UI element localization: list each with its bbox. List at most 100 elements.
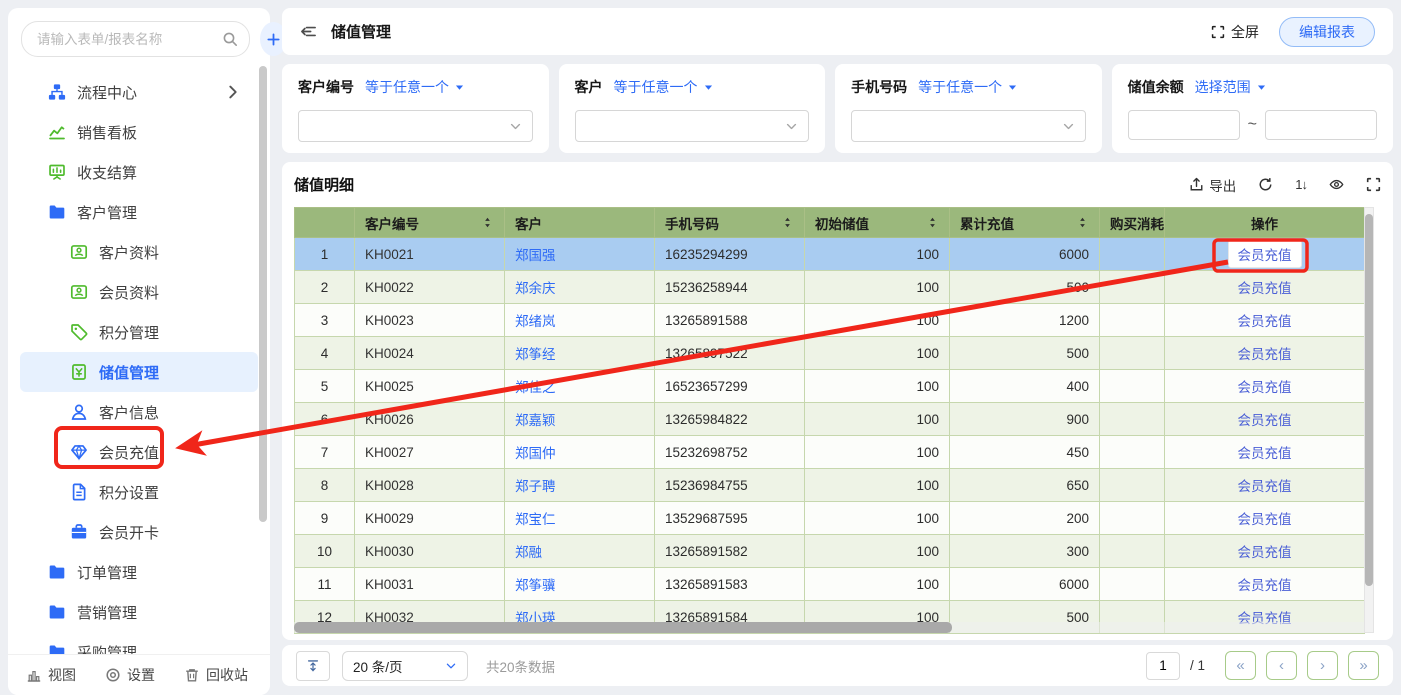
table-row[interactable]: 5KH0025郑佳之16523657299100400会员充值 <box>295 370 1365 403</box>
customer-link[interactable]: 郑佳之 <box>515 380 556 395</box>
customer-link[interactable]: 郑子聘 <box>515 479 556 494</box>
sort-button[interactable]: 1↓ <box>1295 177 1307 192</box>
member-recharge-action-button[interactable]: 会员充值 <box>1238 479 1292 494</box>
column-header-phone[interactable]: 手机号码 <box>655 208 805 238</box>
table-row[interactable]: 6KH0026郑嘉颖13265984822100900会员充值 <box>295 403 1365 436</box>
sidebar-item-member-profile[interactable]: 会员资料 <box>20 272 258 312</box>
filter-label: 客户 <box>575 77 603 97</box>
next-page-button[interactable]: › <box>1307 651 1338 680</box>
filter-operator-dropdown[interactable]: 等于任意一个 <box>365 77 465 97</box>
export-button[interactable]: 导出 <box>1189 175 1236 195</box>
member-recharge-action-button[interactable]: 会员充值 <box>1238 446 1292 461</box>
customer-link[interactable]: 郑宝仁 <box>515 512 556 527</box>
filter-value-select[interactable] <box>575 110 810 142</box>
fullscreen-button[interactable]: 全屏 <box>1211 22 1259 42</box>
chevron-down-icon <box>785 120 798 133</box>
last-page-button[interactable]: » <box>1348 651 1379 680</box>
customer-link[interactable]: 郑国仲 <box>515 446 556 461</box>
sidebar-item-customer-info[interactable]: 客户信息 <box>20 392 258 432</box>
sidebar-search-box[interactable] <box>21 21 250 57</box>
member-recharge-action-button[interactable]: 会员充值 <box>1238 281 1292 296</box>
export-label: 导出 <box>1209 175 1236 195</box>
collapse-left-icon[interactable] <box>300 23 317 40</box>
sidebar-item-order-mgmt[interactable]: 订单管理 <box>20 552 258 592</box>
sidebar-footer-recycle-bin[interactable]: 回收站 <box>184 665 248 685</box>
filter-card-phone: 手机号码等于任意一个 <box>835 64 1102 153</box>
customer-link[interactable]: 郑嘉颖 <box>515 413 556 428</box>
filter-value-select[interactable] <box>851 110 1086 142</box>
sidebar-item-member-recharge[interactable]: 会员充值 <box>20 432 258 472</box>
sidebar-item-customer-mgmt[interactable]: 客户管理 <box>20 192 258 232</box>
customer-link[interactable]: 郑筝骥 <box>515 578 556 593</box>
member-recharge-action-button[interactable]: 会员充值 <box>1238 578 1292 593</box>
table-row[interactable]: 2KH0022郑余庆15236258944100500会员充值 <box>295 271 1365 304</box>
table-row[interactable]: 7KH0027郑国仲15232698752100450会员充值 <box>295 436 1365 469</box>
member-recharge-action-button[interactable]: 会员充值 <box>1238 347 1292 362</box>
member-recharge-action-button[interactable]: 会员充值 <box>1238 512 1292 527</box>
folder-icon <box>48 603 66 621</box>
row-height-button[interactable] <box>296 651 330 681</box>
customer-link[interactable]: 郑绪岚 <box>515 314 556 329</box>
vertical-scrollbar-thumb[interactable] <box>1365 214 1373 586</box>
column-visibility-button[interactable] <box>1329 177 1344 192</box>
filter-operator-dropdown[interactable]: 选择范围 <box>1195 77 1267 97</box>
vertical-scrollbar[interactable] <box>1364 207 1374 633</box>
edit-report-button[interactable]: 编辑报表 <box>1279 17 1375 47</box>
range-min-input[interactable] <box>1128 110 1240 140</box>
customer-link[interactable]: 郑余庆 <box>515 281 556 296</box>
member-recharge-action-button[interactable]: 会员充值 <box>1238 314 1292 329</box>
table-row[interactable]: 1KH0021郑国强162352942991006000会员充值 <box>295 238 1365 271</box>
prev-page-button[interactable]: ‹ <box>1266 651 1297 680</box>
column-header-initial[interactable]: 初始储值 <box>805 208 950 238</box>
filter-label: 储值余额 <box>1128 77 1184 97</box>
sidebar-item-label: 会员开卡 <box>99 522 159 543</box>
table-row[interactable]: 10KH0030郑融13265891582100300会员充值 <box>295 535 1365 568</box>
sidebar-item-marketing-mgmt[interactable]: 营销管理 <box>20 592 258 632</box>
column-header-customer-no[interactable]: 客户编号 <box>355 208 505 238</box>
range-max-input[interactable] <box>1265 110 1377 140</box>
sidebar-item-stored-value-mgmt[interactable]: 储值管理 <box>20 352 258 392</box>
customer-link[interactable]: 郑国强 <box>515 248 556 263</box>
table-cell: 4 <box>295 337 355 370</box>
chevron-down-icon <box>445 660 457 672</box>
member-recharge-action-button[interactable]: 会员充值 <box>1238 545 1292 560</box>
sidebar-item-points-mgmt[interactable]: 积分管理 <box>20 312 258 352</box>
first-page-button[interactable]: « <box>1225 651 1256 680</box>
sidebar-item-customer-profile[interactable]: 客户资料 <box>20 232 258 272</box>
table-row[interactable]: 11KH0031郑筝骥132658915831006000会员充值 <box>295 568 1365 601</box>
customer-link[interactable]: 郑融 <box>515 545 542 560</box>
action-cell: 会员充值 <box>1165 469 1365 502</box>
total-pages-label: / 1 <box>1190 658 1205 673</box>
filter-value-select[interactable] <box>298 110 533 142</box>
sidebar-scrollbar[interactable] <box>259 66 267 522</box>
member-recharge-action-button[interactable]: 会员充值 <box>1238 413 1292 428</box>
table-cell: 16235294299 <box>655 238 805 271</box>
page-number-input[interactable] <box>1146 652 1180 680</box>
member-recharge-action-button[interactable]: 会员充值 <box>1238 380 1292 395</box>
customer-link-cell: 郑国仲 <box>505 436 655 469</box>
search-input[interactable] <box>35 31 216 48</box>
table-row[interactable]: 4KH0024郑筝经13265897522100500会员充值 <box>295 337 1365 370</box>
column-header-total[interactable]: 累计充值 <box>950 208 1100 238</box>
customer-link[interactable]: 郑筝经 <box>515 347 556 362</box>
sidebar-footer-settings[interactable]: 设置 <box>105 665 155 685</box>
sidebar-footer-views[interactable]: 视图 <box>26 665 76 685</box>
sidebar-item-points-settings[interactable]: 积分设置 <box>20 472 258 512</box>
table-row[interactable]: 8KH0028郑子聘15236984755100650会员充值 <box>295 469 1365 502</box>
sidebar-item-income-settlement[interactable]: 收支结算 <box>20 152 258 192</box>
page-size-select[interactable]: 20 条/页 <box>342 651 468 681</box>
member-recharge-action-button[interactable]: 会员充值 <box>1228 240 1302 268</box>
sidebar-item-member-card[interactable]: 会员开卡 <box>20 512 258 552</box>
sidebar-item-sales-board[interactable]: 销售看板 <box>20 112 258 152</box>
sidebar-item-label: 流程中心 <box>77 82 137 103</box>
table-row[interactable]: 3KH0023郑绪岚132658915881001200会员充值 <box>295 304 1365 337</box>
table-cell <box>1100 469 1165 502</box>
horizontal-scrollbar[interactable] <box>294 622 1364 633</box>
horizontal-scrollbar-thumb[interactable] <box>294 622 952 633</box>
refresh-button[interactable] <box>1258 177 1273 192</box>
sidebar-item-process-center[interactable]: 流程中心 <box>20 72 258 112</box>
table-row[interactable]: 9KH0029郑宝仁13529687595100200会员充值 <box>295 502 1365 535</box>
filter-operator-dropdown[interactable]: 等于任意一个 <box>918 77 1018 97</box>
table-fullscreen-button[interactable] <box>1366 177 1381 192</box>
filter-operator-dropdown[interactable]: 等于任意一个 <box>614 77 714 97</box>
